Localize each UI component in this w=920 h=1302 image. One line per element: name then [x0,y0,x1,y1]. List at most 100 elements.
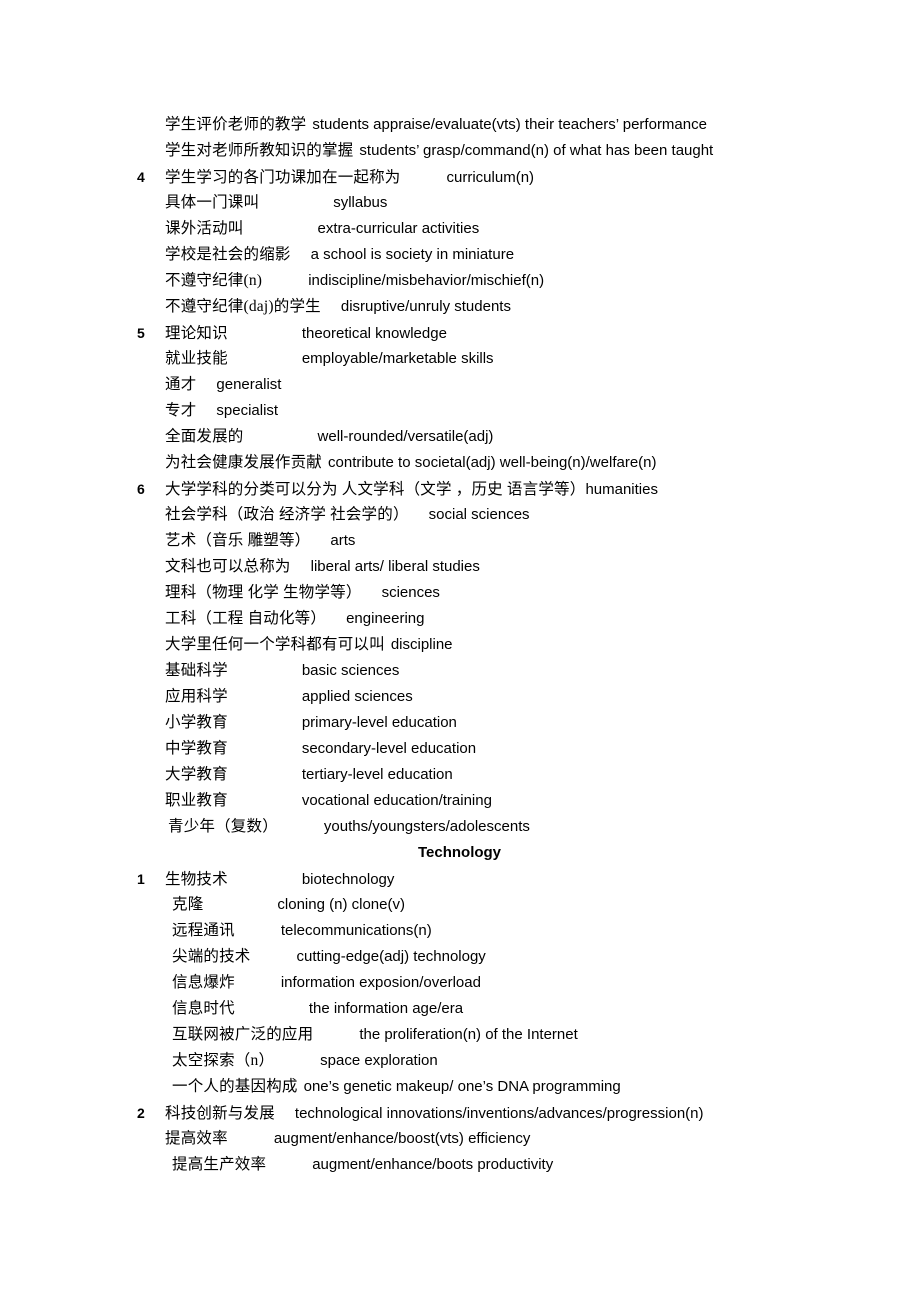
english-term: engineering [346,610,425,627]
entry-line: 职业教育 vocational education/training [0,788,920,814]
chinese-term: 小学教育 [165,714,228,731]
chinese-term: 学生对老师所教知识的掌握 [165,142,354,159]
entry-line: 就业技能 employable/marketable skills [0,346,920,372]
english-term: primary-level education [301,714,457,731]
entry-line: 社会学科（政治 经济学 社会学的） social sciences [0,502,920,528]
english-term: specialist [216,402,279,419]
chinese-term: 互联网被广泛的应用 [172,1026,314,1043]
english-term: augment/enhance/boots productivity [312,1156,554,1173]
chinese-term: 职业教育 [165,792,228,809]
entry-number: 5 [137,325,145,341]
entry-line: 学校是社会的缩影 a school is society in miniature [0,242,920,268]
chinese-term: 科技创新与发展 [165,1105,275,1122]
chinese-term: 具体一门课叫 [165,194,260,211]
chinese-term: 就业技能 [165,350,228,367]
numbered-entry-line: 2 科技创新与发展 technological innovations/invent… [0,1100,920,1126]
english-term: theoretical knowledge [301,325,447,342]
english-term: a school is society in miniature [310,246,515,263]
english-term: vocational education/training [301,792,492,809]
entry-line: 青少年（复数） youths/youngsters/adolescents [0,814,920,840]
chinese-term: 提高生产效率 [172,1156,267,1173]
english-term: biotechnology [301,871,395,888]
entry-line: 工科（工程 自动化等） engineering [0,606,920,632]
entry-line: 为社会健康发展作贡献 contribute to societal(adj) we… [0,450,920,476]
entry-line: 克隆 cloning (n) clone(v) [0,892,920,918]
entry-line: 一个人的基因构成 one’s genetic makeup/ one’s DNA … [0,1074,920,1100]
numbered-entry-line: 4 学生学习的各门功课加在一起称为 curriculum(n) [0,164,920,190]
entry-line: 大学里任何一个学科都有可以叫 discipline [0,632,920,658]
english-term: syllabus [333,194,388,211]
english-term: augment/enhance/boost(vts) efficiency [273,1130,531,1147]
entry-line: 尖端的技术 cutting-edge(adj) technology [0,944,920,970]
chinese-term: 学生评价老师的教学 [165,116,307,133]
english-term: youths/youngsters/adolescents [323,818,530,835]
english-term: tertiary-level education [301,766,453,783]
english-term: sciences [381,584,440,601]
chinese-term: 理论知识 [165,325,228,342]
entry-line: 课外活动叫 extra-curricular activities [0,216,920,242]
chinese-term: 大学学科的分类可以分为 人文学科（文学 ，历史 语言学等） [165,481,586,498]
chinese-term: 学校是社会的缩影 [165,246,291,263]
entry-line: 文科也可以总称为 liberal arts/ liberal studies [0,554,920,580]
entry-number: 1 [137,871,145,887]
entry-line: 远程通讯 telecommunications(n) [0,918,920,944]
chinese-term: 社会学科（政治 经济学 社会学的） [165,506,409,523]
entry-line: 不遵守纪律(n) indiscipline/misbehavior/mischie… [0,268,920,294]
entry-line: 具体一门课叫 syllabus [0,190,920,216]
english-term: one’s genetic makeup/ one’s DNA programm… [303,1078,621,1095]
chinese-term: 一个人的基因构成 [172,1078,298,1095]
english-term: well-rounded/versatile(adj) [317,428,494,445]
chinese-term: 信息爆炸 [172,974,235,991]
entry-line: 学生评价老师的教学 students appraise/evaluate(vts)… [0,112,920,138]
document-body: 学生评价老师的教学 students appraise/evaluate(vts)… [0,112,920,1178]
chinese-term: 文科也可以总称为 [165,558,291,575]
entry-line: 专才 specialist [0,398,920,424]
english-term: students appraise/evaluate(vts) their te… [312,116,707,133]
chinese-term: 不遵守纪律(n) [165,272,263,289]
english-term: humanities [585,481,658,498]
chinese-term: 远程通讯 [172,922,235,939]
english-term: the information age/era [308,1000,464,1017]
english-term: the proliferation(n) of the Internet [359,1026,578,1043]
english-term: space exploration [320,1052,438,1069]
entry-line: 艺术（音乐 雕塑等） arts [0,528,920,554]
chinese-term: 太空探索（n） [172,1052,275,1069]
numbered-entry-line: 5 理论知识 theoretical knowledge [0,320,920,346]
chinese-term: 尖端的技术 [172,948,251,965]
chinese-term: 基础科学 [165,662,228,679]
english-term: basic sciences [301,662,400,679]
entry-number: 6 [137,481,145,497]
chinese-term: 艺术（音乐 雕塑等） [165,532,311,549]
entry-line: 基础科学 basic sciences [0,658,920,684]
chinese-term: 克隆 [172,896,204,913]
english-term: discipline [390,636,453,653]
english-term: extra-curricular activities [317,220,480,237]
english-term: arts [330,532,356,549]
entry-line: 信息爆炸 information exposion/overload [0,970,920,996]
english-term: cutting-edge(adj) technology [296,948,486,965]
section-heading-technology: Technology [0,840,920,866]
english-term: disruptive/unruly students [340,298,511,315]
entry-line: 中学教育 secondary-level education [0,736,920,762]
english-term: generalist [216,376,282,393]
chinese-term: 学生学习的各门功课加在一起称为 [165,169,401,186]
chinese-term: 青少年（复数） [168,818,278,835]
entry-line: 全面发展的 well-rounded/versatile(adj) [0,424,920,450]
numbered-entry-line: 6 大学学科的分类可以分为 人文学科（文学 ，历史 语言学等）humanities [0,476,920,502]
chinese-term: 理科（物理 化学 生物学等） [165,584,362,601]
chinese-term: 全面发展的 [165,428,244,445]
document-page: 学生评价老师的教学 students appraise/evaluate(vts)… [0,0,920,1302]
english-term: employable/marketable skills [301,350,494,367]
chinese-term: 中学教育 [165,740,228,757]
entry-number: 2 [137,1105,145,1121]
english-term: students’ grasp/command(n) of what has b… [359,142,714,159]
english-term: cloning (n) clone(v) [277,896,405,913]
entry-line: 提高生产效率 augment/enhance/boots productivity [0,1152,920,1178]
english-term: information exposion/overload [280,974,481,991]
entry-line: 不遵守纪律(daj)的学生 disruptive/unruly students [0,294,920,320]
english-term: indiscipline/misbehavior/mischief(n) [308,272,545,289]
entry-line: 小学教育 primary-level education [0,710,920,736]
chinese-term: 应用科学 [165,688,228,705]
entry-line: 应用科学 applied sciences [0,684,920,710]
entry-number: 4 [137,169,145,185]
